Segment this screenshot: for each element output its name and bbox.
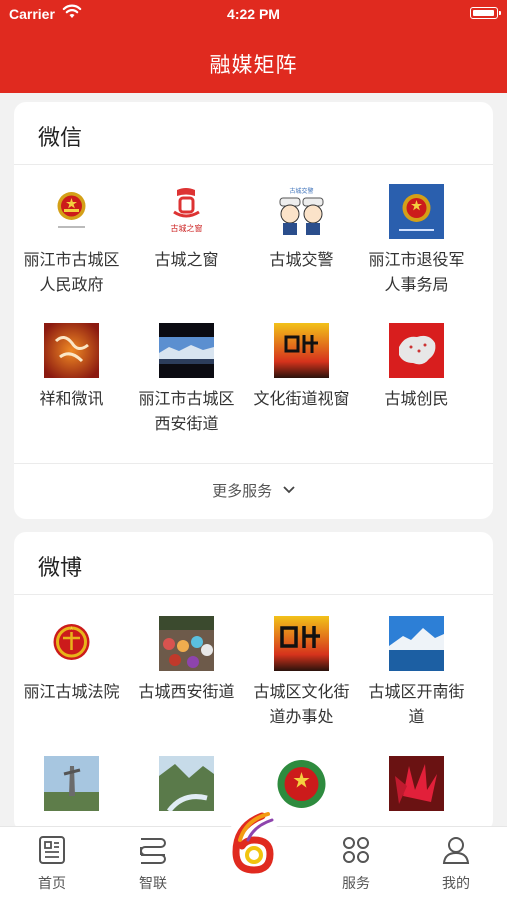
weibo-card: 微博 丽江古城法院 古城西安街道 古城区文化街道办事处 古城区开南街道	[14, 532, 493, 832]
monument-thumbnail	[44, 756, 99, 811]
weibo-item[interactable]	[14, 756, 129, 811]
weibo-item[interactable]	[129, 756, 244, 811]
wechat-item-gucheng-government[interactable]: 丽江市古城区人民政府	[14, 184, 129, 297]
tab-label: 智联	[139, 876, 167, 892]
wechat-item-label: 古城创民	[384, 389, 449, 408]
wechat-item-label: 祥和微讯	[39, 389, 104, 408]
xianghe-calligraphy-thumbnail	[44, 323, 99, 378]
weibo-item-culture-street-office[interactable]: 古城区文化街道办事处	[244, 616, 359, 729]
gucheng-window-logo: 古城之窗	[159, 184, 214, 239]
veterans-affairs-emblem	[389, 184, 444, 239]
more-services-button[interactable]: 更多服务	[14, 480, 493, 501]
news-icon	[39, 836, 65, 864]
wechat-card: 微信 丽江市古城区人民政府 古城之窗 古城之窗 古城交警 古城交警 丽江市退役军…	[14, 102, 493, 519]
wechat-section-title: 微信	[38, 126, 83, 151]
weibo-item-label: 丽江古城法院	[23, 682, 120, 701]
weibo-item-label: 古城区开南街道	[368, 682, 465, 726]
tab-home[interactable]: 首页	[12, 835, 92, 893]
weibo-item[interactable]	[359, 756, 474, 811]
app-logo-icon	[224, 812, 284, 876]
tab-connect[interactable]: 智联	[113, 835, 193, 893]
wechat-item-xian-street[interactable]: 丽江市古城区西安街道	[129, 323, 244, 436]
weibo-item[interactable]	[244, 756, 359, 811]
crowd-photo-thumbnail	[159, 616, 214, 671]
connect-icon	[140, 838, 166, 864]
weibo-item-xian-street[interactable]: 古城西安街道	[129, 616, 244, 704]
city-night-thumbnail	[159, 323, 214, 378]
river-valley-thumbnail	[159, 756, 214, 811]
wechat-item-label: 丽江市古城区西安街道	[138, 389, 235, 433]
more-services-label: 更多服务	[212, 482, 273, 500]
weibo-item-label: 古城区文化街道办事处	[253, 682, 350, 726]
app-logo-button[interactable]	[222, 806, 286, 882]
tab-label: 服务	[342, 876, 370, 892]
battery-icon	[470, 7, 501, 19]
weibo-section-title: 微博	[38, 556, 83, 581]
red-leaves-thumbnail	[389, 756, 444, 811]
page-title: 融媒矩阵	[209, 53, 298, 77]
clock: 4:22 PM	[227, 6, 280, 22]
app-header: Carrier 4:22 PM 融媒矩阵	[0, 0, 507, 93]
tab-label: 我的	[442, 876, 470, 892]
wechat-item-label: 文化街道视窗	[253, 389, 350, 408]
court-emblem-icon	[44, 616, 99, 671]
user-icon	[442, 837, 470, 864]
tab-label: 首页	[38, 876, 66, 892]
chevron-down-icon	[283, 486, 295, 494]
svg-text:古城交警: 古城交警	[289, 187, 313, 195]
wechat-item-label: 丽江市退役军人事务局	[368, 250, 465, 294]
wechat-item-culture-street[interactable]: 文化街道视窗	[244, 323, 359, 411]
divider	[14, 594, 493, 595]
traffic-police-icon: 古城交警	[274, 184, 329, 239]
wechat-item-veterans-affairs[interactable]: 丽江市退役军人事务局	[359, 184, 474, 297]
national-emblem-icon	[44, 184, 99, 239]
divider	[14, 463, 493, 464]
culture-street-thumbnail	[274, 323, 329, 378]
wechat-item-label: 丽江市古城区人民政府	[23, 250, 120, 294]
tab-profile[interactable]: 我的	[416, 835, 496, 893]
wechat-item-chuangmin[interactable]: 古城创民	[359, 323, 474, 411]
wechat-item-label: 古城之窗	[154, 250, 219, 269]
national-emblem-icon	[274, 756, 329, 811]
culture-street-thumbnail	[274, 616, 329, 671]
status-bar: Carrier 4:22 PM	[0, 0, 507, 28]
weibo-item-label: 古城西安街道	[138, 682, 235, 701]
weibo-item-court[interactable]: 丽江古城法院	[14, 616, 129, 704]
grid-icon	[343, 837, 369, 863]
svg-text:古城之窗: 古城之窗	[171, 223, 203, 233]
wechat-item-label: 古城交警	[269, 250, 334, 269]
divider	[14, 164, 493, 165]
wechat-item-xianghe[interactable]: 祥和微讯	[14, 323, 129, 411]
weibo-item-kainan-street[interactable]: 古城区开南街道	[359, 616, 474, 729]
mountain-lake-thumbnail	[389, 616, 444, 671]
wechat-item-traffic-police[interactable]: 古城交警 古城交警	[244, 184, 359, 272]
tab-services[interactable]: 服务	[316, 835, 396, 893]
wechat-item-gucheng-window[interactable]: 古城之窗 古城之窗	[129, 184, 244, 272]
china-map-thumbnail	[389, 323, 444, 378]
